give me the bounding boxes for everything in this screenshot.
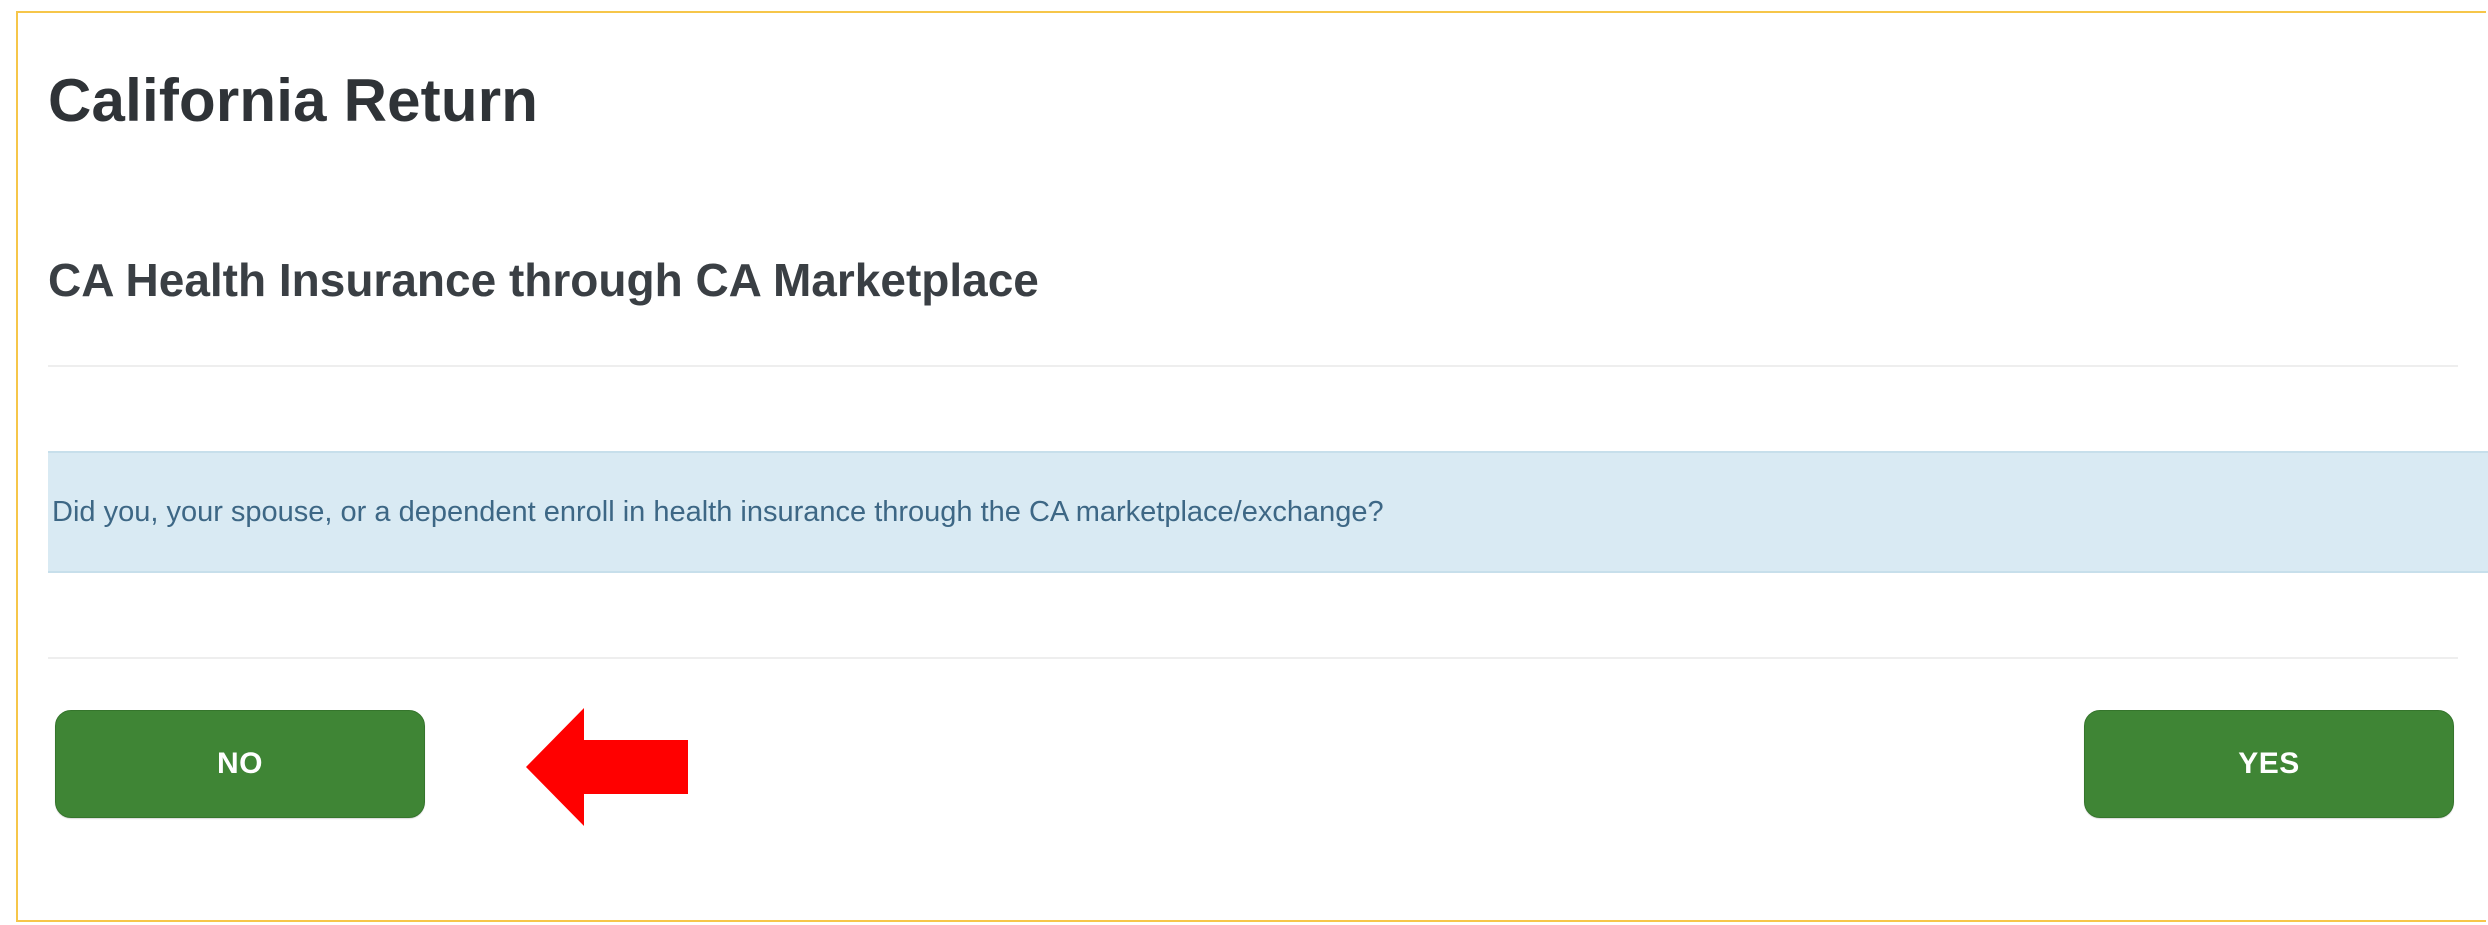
divider-bottom <box>48 657 2458 659</box>
section-title: CA Health Insurance through CA Marketpla… <box>48 254 1039 306</box>
question-panel: Did you, your spouse, or a dependent enr… <box>48 451 2488 573</box>
page-title: California Return <box>48 67 539 134</box>
left-arrow-icon <box>526 708 688 826</box>
question-text: Did you, your spouse, or a dependent enr… <box>52 495 1384 528</box>
divider-top <box>48 365 2458 367</box>
no-button[interactable]: NO <box>55 710 425 818</box>
yes-button[interactable]: YES <box>2084 710 2454 818</box>
